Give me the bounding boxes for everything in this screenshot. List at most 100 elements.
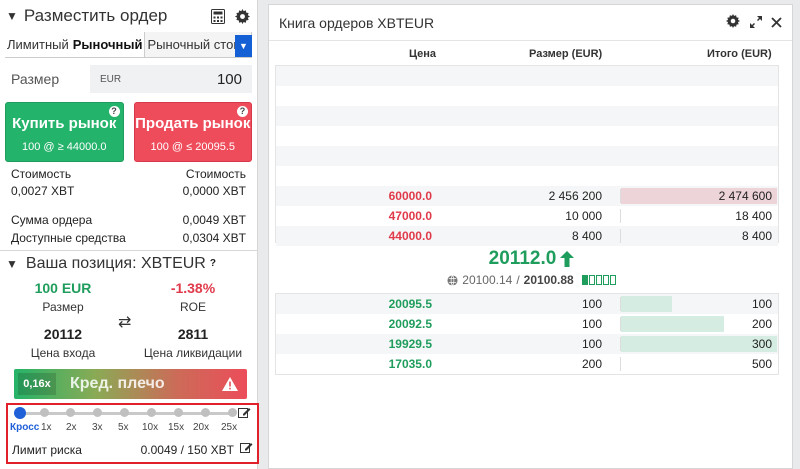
ask-price[interactable]: 47000.0: [389, 209, 432, 223]
fair-price[interactable]: 20100.88: [524, 273, 574, 287]
sell-market-button[interactable]: ? Продать рынок 100 @ ≤ 20095.5: [133, 102, 252, 162]
tick-1x[interactable]: 1x: [41, 422, 52, 433]
slider-stop[interactable]: [147, 408, 156, 417]
ask-size[interactable]: 10 000: [565, 209, 602, 223]
order-panel-header: ▼ Разместить ордер: [0, 0, 257, 32]
bid-row[interactable]: 20095.5 100 100: [276, 294, 778, 314]
leverage-label: Кред. плечо: [70, 375, 165, 392]
orderbook-panel: Книга ордеров XBTEUR Цена Размер (EUR) И…: [268, 4, 793, 469]
bid-size[interactable]: 100: [582, 337, 602, 351]
calculator-icon[interactable]: [209, 7, 227, 25]
bid-row[interactable]: 20092.5 100 200: [276, 314, 778, 334]
entry-price-label: Цена входа: [30, 346, 96, 360]
row-separator: [620, 297, 621, 311]
gear-icon[interactable]: [233, 7, 251, 25]
bid-total[interactable]: 100: [752, 297, 772, 311]
row-separator: [620, 317, 621, 331]
expand-icon[interactable]: [749, 16, 762, 31]
slider-stop[interactable]: [174, 408, 183, 417]
bid-size[interactable]: 100: [582, 297, 602, 311]
buy-market-button[interactable]: ? Купить рынок 100 @ ≥ 44000.0: [5, 102, 124, 162]
sell-button-sub: 100 @ ≤ 20095.5: [150, 141, 236, 153]
globe-icon: [447, 274, 458, 286]
leverage-bar: 0,16x Кред. плечо: [14, 369, 247, 399]
ask-row[interactable]: 60000.0 2 456 200 2 474 600: [276, 186, 778, 206]
price-slash: /: [516, 273, 520, 287]
ask-total[interactable]: 18 400: [735, 209, 772, 223]
order-type-dropdown-caret-icon[interactable]: ▼: [235, 35, 252, 57]
tick-cross[interactable]: Кросс: [10, 422, 39, 433]
order-panel: ▼ Разместить ордер Лимитный Рыночный Рын…: [0, 0, 259, 469]
tab-market[interactable]: Рыночный: [71, 32, 145, 57]
close-icon[interactable]: [771, 17, 782, 31]
buy-help-icon[interactable]: ?: [108, 106, 120, 117]
slider-stop[interactable]: [40, 408, 49, 417]
col-total: Итого (EUR): [707, 48, 772, 60]
position-help-icon[interactable]: ?: [210, 258, 216, 269]
sell-help-icon[interactable]: ?: [237, 106, 248, 117]
size-currency: EUR: [100, 73, 122, 85]
edit-risk-icon[interactable]: [240, 442, 253, 457]
bid-price[interactable]: 20095.5: [389, 297, 432, 311]
position-roe: -1.38% ROE: [138, 280, 248, 314]
liquidation-price-value: 2811: [177, 326, 209, 342]
tick-2x[interactable]: 2x: [66, 422, 77, 433]
cost-block: Стоимость 0,0027 XBT Стоимость 0,0000 XB…: [11, 166, 246, 200]
bid-size[interactable]: 200: [582, 357, 602, 371]
cost-buy-value: 0,0027 XBT: [11, 184, 75, 198]
size-input[interactable]: EUR 100: [90, 65, 252, 93]
position-entry: 20112 Цена входа: [8, 326, 118, 360]
cost-buy-label: Стоимость: [11, 167, 72, 181]
ask-price[interactable]: 60000.0: [389, 189, 432, 203]
collapse-chevron-icon[interactable]: ▼: [6, 9, 18, 23]
bid-price[interactable]: 20092.5: [389, 317, 432, 331]
liquidation-price-label: Цена ликвидации: [143, 346, 243, 360]
bid-price[interactable]: 17035.0: [389, 357, 432, 371]
leverage-value: 0,16x: [18, 373, 56, 395]
slider-stop[interactable]: [120, 408, 129, 417]
ask-size[interactable]: 8 400: [572, 229, 602, 243]
bid-size[interactable]: 100: [582, 317, 602, 331]
leverage-slider-track[interactable]: [14, 407, 237, 419]
position-size-value: 100 EUR: [34, 280, 92, 296]
size-value[interactable]: 100: [121, 71, 242, 88]
ask-size[interactable]: 2 456 200: [549, 189, 602, 203]
bid-depth-bar: [621, 316, 724, 332]
empty-row: [276, 146, 778, 166]
ask-price[interactable]: 44000.0: [389, 229, 432, 243]
position-title: Ваша позиция: XBTEUR: [25, 254, 206, 272]
bid-row[interactable]: 19929.5 100 300: [276, 334, 778, 354]
tick-5x[interactable]: 5x: [118, 422, 129, 433]
order-buttons: ? Купить рынок 100 @ ≥ 44000.0 ? Продать…: [5, 102, 252, 162]
ask-row[interactable]: 47000.0 10 000 18 400: [276, 206, 778, 226]
bid-price[interactable]: 19929.5: [389, 337, 432, 351]
bid-total[interactable]: 500: [752, 357, 772, 371]
bid-total[interactable]: 300: [752, 337, 772, 351]
mark-index-price[interactable]: 20100.14: [462, 273, 512, 287]
row-separator: [620, 189, 621, 203]
leverage-slider-handle[interactable]: [14, 407, 26, 419]
tab-limit[interactable]: Лимитный: [5, 32, 71, 57]
tick-25x[interactable]: 25x: [221, 422, 237, 433]
gear-icon[interactable]: [726, 14, 741, 31]
row-separator: [620, 337, 621, 351]
order-sum-label: Сумма ордера: [11, 213, 93, 227]
buy-button-sub: 100 @ ≥ 44000.0: [22, 141, 107, 153]
slider-stop[interactable]: [66, 408, 75, 417]
tick-10x[interactable]: 10x: [142, 422, 158, 433]
tick-20x[interactable]: 20x: [193, 422, 209, 433]
ask-total[interactable]: 2 474 600: [719, 189, 772, 203]
bid-total[interactable]: 200: [752, 317, 772, 331]
position-collapse-chevron-icon[interactable]: ▼: [6, 257, 18, 271]
edit-leverage-icon[interactable]: [238, 407, 251, 422]
slider-stop[interactable]: [201, 408, 210, 417]
bid-row[interactable]: 17035.0 200 500: [276, 354, 778, 374]
slider-stop[interactable]: [228, 408, 237, 417]
ask-total[interactable]: 8 400: [742, 229, 772, 243]
orderbook-column-headers: Цена Размер (EUR) Итого (EUR): [269, 45, 794, 65]
order-sum-value: 0,0049 XBT: [182, 213, 246, 227]
empty-row: [276, 86, 778, 106]
tick-3x[interactable]: 3x: [92, 422, 103, 433]
slider-stop[interactable]: [93, 408, 102, 417]
tick-15x[interactable]: 15x: [168, 422, 184, 433]
